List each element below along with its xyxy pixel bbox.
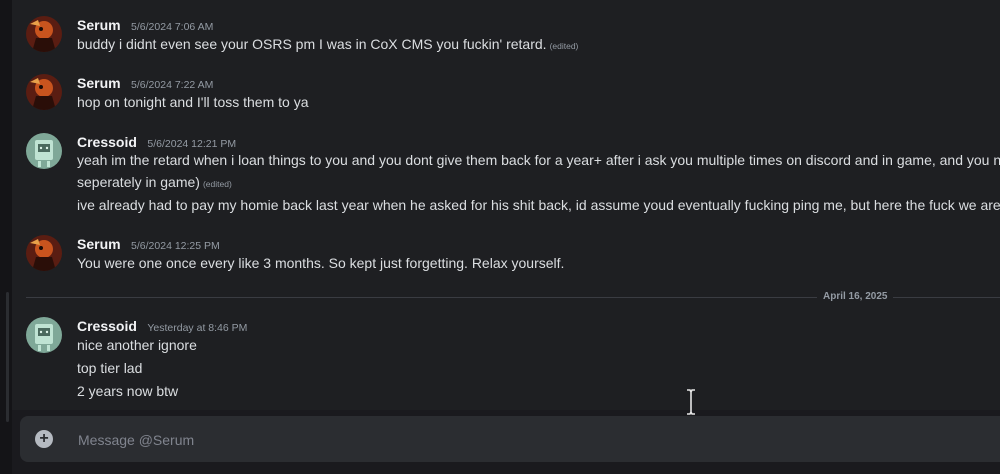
message-content: seperately in game) <box>77 174 200 190</box>
message-text: 2 years now btw <box>77 383 179 399</box>
message-author[interactable]: Serum <box>77 75 121 91</box>
message-timestamp: Yesterday at 8:46 PM <box>147 322 248 334</box>
text-cursor-icon <box>687 389 695 415</box>
sidebar-edge <box>0 0 12 474</box>
message-timestamp: 5/6/2024 12:21 PM <box>147 138 237 150</box>
edited-label: (edited) <box>549 41 579 51</box>
message-author[interactable]: Cressoid <box>77 134 137 150</box>
message-text: ive already had to pay my homie back las… <box>77 197 1000 213</box>
plus-circle-icon[interactable]: + <box>35 430 53 448</box>
message-text: hop on tonight and I'll toss them to ya <box>77 94 309 110</box>
edited-label: (edited) <box>202 179 232 189</box>
message-text: buddy i didnt even see your OSRS pm I wa… <box>77 34 578 56</box>
message-timestamp: 5/6/2024 7:06 AM <box>131 21 214 33</box>
message-list: Serum 5/6/2024 7:06 AM buddy i didnt eve… <box>12 0 1000 410</box>
avatar[interactable] <box>26 74 62 110</box>
message-author[interactable]: Cressoid <box>77 318 137 334</box>
serum-avatar-icon <box>26 235 62 271</box>
message-input[interactable] <box>76 427 960 453</box>
message-text: top tier lad <box>77 360 143 376</box>
message-composer: + <box>20 416 1000 462</box>
cressoid-avatar-icon <box>26 317 62 353</box>
message-author[interactable]: Serum <box>77 236 121 252</box>
cressoid-avatar-icon <box>26 133 62 169</box>
message-text: nice another ignore <box>77 337 197 353</box>
avatar[interactable] <box>26 133 62 169</box>
message-timestamp: 5/6/2024 7:22 AM <box>131 79 214 91</box>
message-text: seperately in game) (edited) <box>77 172 232 194</box>
avatar[interactable] <box>26 317 62 353</box>
avatar[interactable] <box>26 16 62 52</box>
date-divider-label: April 16, 2025 <box>817 291 894 302</box>
message-timestamp: 5/6/2024 12:25 PM <box>131 240 220 252</box>
avatar[interactable] <box>26 235 62 271</box>
serum-avatar-icon <box>26 74 62 110</box>
message-text: yeah im the retard when i loan things to… <box>77 152 1000 168</box>
serum-avatar-icon <box>26 16 62 52</box>
message-content: buddy i didnt even see your OSRS pm I wa… <box>77 36 547 52</box>
message-text: You were one once every like 3 months. S… <box>77 255 565 271</box>
sidebar-scrollbar[interactable] <box>6 292 9 422</box>
message-author[interactable]: Serum <box>77 17 121 33</box>
